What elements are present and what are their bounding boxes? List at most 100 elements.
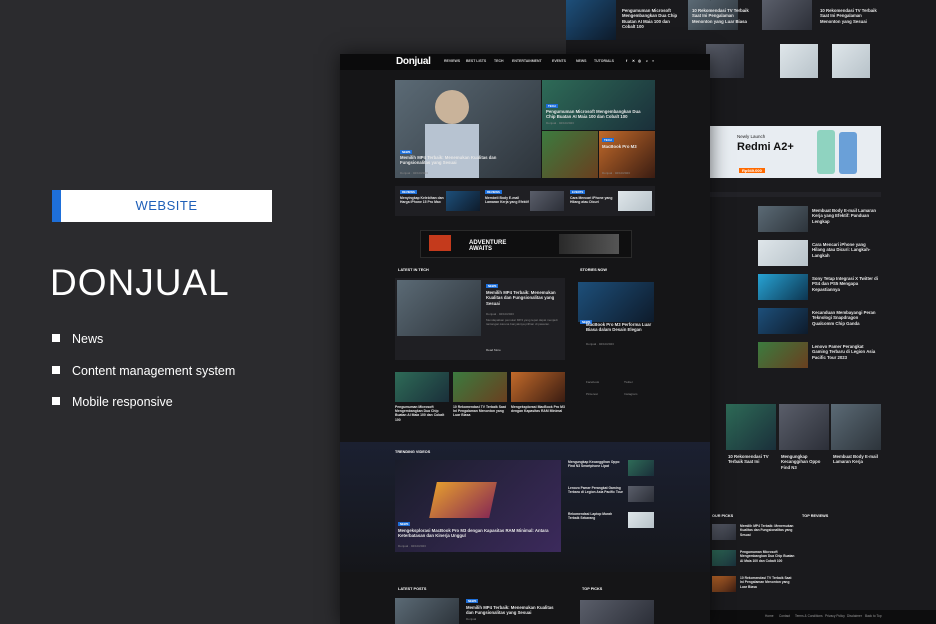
article-title[interactable]: Memilih MP4 Terbaik: Menemukan Kualitas … bbox=[486, 290, 562, 306]
footer-link[interactable]: Terms & Conditions bbox=[795, 614, 823, 618]
footer-link[interactable]: Disclaimer bbox=[847, 614, 862, 618]
nav-item[interactable]: TUTORIALS bbox=[594, 59, 614, 63]
article-meta: Donjual · 02/10/2023 bbox=[486, 312, 514, 316]
article-title[interactable]: 10 Rekomendasi TV Terbaik Saat Ini Penga… bbox=[820, 8, 882, 24]
footer-link[interactable]: Home bbox=[765, 614, 774, 618]
thumbnail bbox=[832, 44, 870, 78]
nav-item[interactable]: EVENTS bbox=[552, 59, 566, 63]
article-title[interactable]: Pengumuman Microsoft Mengembangkan Dua C… bbox=[622, 8, 682, 29]
feature-label: Mobile responsive bbox=[72, 395, 173, 409]
instagram-icon[interactable]: ◎ bbox=[638, 59, 641, 63]
article-title[interactable]: Membuat Body E-mail Lamaran Kerja yang E… bbox=[812, 208, 878, 224]
hero-title[interactable]: Memilih MP4 Terbaik: Menemukan Kualitas … bbox=[400, 155, 520, 166]
thumbnail[interactable] bbox=[446, 191, 480, 211]
article-title[interactable]: Lenovo Pamer Perangkat Gaming Terbaru di… bbox=[812, 344, 878, 360]
nav-item[interactable]: REVIEWS bbox=[444, 59, 460, 63]
article-excerpt: Mendapatkan pemutar MP4 yang tepat dapat… bbox=[486, 318, 558, 326]
article-title[interactable]: 10 Rekomendasi TV Terbaik Saat Ini Penga… bbox=[453, 405, 507, 418]
facebook-icon[interactable]: f bbox=[626, 59, 627, 63]
footer-link[interactable]: Back to Top bbox=[865, 614, 882, 618]
article-title[interactable]: Memilih MP4 Terbaik: Menemukan Kualitas … bbox=[740, 524, 796, 537]
social-facebook-button[interactable]: Facebook bbox=[586, 380, 599, 384]
adventure-ad-banner[interactable]: ADVENTURE AWAITS bbox=[420, 230, 632, 258]
article-title[interactable]: MacBook Pro M3 bbox=[602, 144, 652, 149]
thumbnail bbox=[712, 524, 736, 540]
article-title[interactable]: Membeli Body E-mail Lamaran Kerja yang E… bbox=[485, 196, 529, 204]
thumbnail bbox=[758, 308, 808, 334]
article-title[interactable]: Membuat Body E-mail Lamaran Kerja bbox=[833, 454, 879, 465]
article-title[interactable]: Rekomendasi Laptop Murah Terbaik Sekaran… bbox=[568, 512, 624, 520]
social-pinterest-button[interactable]: Pinterest bbox=[586, 392, 598, 396]
article-title[interactable]: Pengumuman Microsoft Mengembangkan Dua C… bbox=[546, 109, 646, 120]
thumbnail[interactable] bbox=[628, 460, 654, 476]
nav-item[interactable]: NEWS bbox=[576, 59, 587, 63]
thumbnail[interactable] bbox=[628, 486, 654, 502]
article-title[interactable]: Cara Mencari iPhone yang Hilang atau Dic… bbox=[812, 242, 878, 258]
phone-advertisement-banner[interactable]: Newly Launch Redmi A2+ Rp949.000 bbox=[709, 126, 881, 178]
person-image-icon bbox=[435, 90, 469, 124]
twitter-icon[interactable]: ✕ bbox=[632, 59, 635, 63]
nav-item[interactable]: TECH bbox=[494, 59, 504, 63]
article-title[interactable]: Cara Mencari iPhone yang Hilang atau Dic… bbox=[570, 196, 614, 204]
category-tag[interactable]: NEWS bbox=[466, 599, 479, 603]
ad-product-name: Redmi A2+ bbox=[737, 141, 794, 153]
category-tag[interactable]: NEWS bbox=[400, 150, 413, 154]
phone-image-icon bbox=[817, 130, 835, 174]
section-title: LATEST POSTS bbox=[398, 587, 427, 591]
category-badge-label: WEBSITE bbox=[135, 198, 198, 213]
thumbnail bbox=[758, 342, 808, 368]
category-tag[interactable]: NEWS bbox=[398, 522, 411, 526]
thumbnail[interactable] bbox=[628, 512, 654, 528]
article-title[interactable]: 10 Rekomendasi TV Terbaik Saat Ini Penga… bbox=[692, 8, 752, 24]
thumbnail[interactable] bbox=[580, 600, 654, 624]
article-title[interactable]: Kecanduan Membayangi Peran Teknologi Sna… bbox=[812, 310, 878, 326]
footer-link[interactable]: Contact bbox=[779, 614, 790, 618]
section-title: TRENDING VIDEOS bbox=[395, 450, 431, 454]
feature-item: News bbox=[52, 332, 103, 346]
article-title[interactable]: Menyingkap Kelebihan dan Harga iPhone 15… bbox=[400, 196, 444, 204]
ad-small-label: Newly Launch bbox=[737, 134, 766, 139]
menu-icon[interactable]: ≡ bbox=[652, 59, 654, 63]
category-tag[interactable]: NEWS bbox=[486, 284, 499, 288]
category-tag[interactable]: TECH bbox=[546, 104, 558, 108]
article-title[interactable]: Pengumuman Microsoft Mengembangkan Dua C… bbox=[740, 550, 796, 563]
article-title[interactable]: Mengeksplorasi MacBook Pro M3 dengan Kap… bbox=[398, 528, 558, 539]
thumbnail[interactable] bbox=[578, 282, 654, 322]
category-tag[interactable]: REVIEWS bbox=[400, 190, 417, 194]
category-tag[interactable]: REVIEWS bbox=[485, 190, 502, 194]
article-title[interactable]: MacBook Pro M3 Performa Luar Biasa dalam… bbox=[586, 322, 652, 333]
thumbnail bbox=[762, 0, 812, 30]
article-title[interactable]: Mengungkap Kecanggihan Oppo Find N3 bbox=[781, 454, 827, 470]
article-title[interactable]: Pengumuman Microsoft Mengembangkan Dua C… bbox=[395, 405, 449, 422]
thumbnail[interactable] bbox=[397, 280, 481, 336]
article-title[interactable]: Sony Tetap Integrasi X Twitter di PS4 da… bbox=[812, 276, 878, 292]
article-title[interactable]: Mengeksplorasi MacBook Pro M3 dengan Kap… bbox=[511, 405, 565, 413]
read-more-link[interactable]: Read More bbox=[486, 348, 501, 352]
category-tag[interactable]: TECH bbox=[602, 138, 614, 142]
social-instagram-button[interactable]: Instagram bbox=[624, 392, 637, 396]
thumbnail bbox=[831, 404, 881, 450]
social-twitter-button[interactable]: Twitter bbox=[624, 380, 633, 384]
thumbnail[interactable] bbox=[395, 598, 459, 624]
thumbnail[interactable] bbox=[618, 191, 652, 211]
article-title[interactable]: Memilih MP4 Terbaik: Menemukan Kualitas … bbox=[466, 605, 562, 616]
search-icon[interactable]: ⌕ bbox=[646, 59, 648, 63]
article-title[interactable]: 10 Rekomendasi TV Terbaik Saat Ini Penga… bbox=[740, 576, 796, 589]
thumbnail bbox=[758, 240, 808, 266]
bullet-square-icon bbox=[52, 397, 60, 405]
article-title[interactable]: Mengungkap Kecanggihan Oppo Find N3 Smar… bbox=[568, 460, 624, 468]
nav-item[interactable]: BEST LISTS bbox=[466, 59, 486, 63]
ad-text: ADVENTURE AWAITS bbox=[469, 240, 506, 252]
nav-item[interactable]: ENTERTAINMENT bbox=[512, 59, 542, 63]
thumbnail[interactable] bbox=[453, 372, 507, 402]
thumbnail[interactable] bbox=[511, 372, 565, 402]
thumbnail[interactable] bbox=[395, 372, 449, 402]
section-title: OUR PICKS bbox=[712, 514, 734, 518]
side-hero-image[interactable] bbox=[542, 131, 598, 178]
category-tag[interactable]: EVENTS bbox=[570, 190, 586, 194]
thumbnail[interactable] bbox=[530, 191, 564, 211]
article-title[interactable]: Lenovo Pamer Perangkat Gaming Terbaru di… bbox=[568, 486, 624, 494]
footer-link[interactable]: Privacy Policy bbox=[825, 614, 845, 618]
article-title[interactable]: 10 Rekomendasi TV Terbaik Saat Ini bbox=[728, 454, 774, 465]
site-logo[interactable]: Donjual bbox=[396, 56, 431, 67]
